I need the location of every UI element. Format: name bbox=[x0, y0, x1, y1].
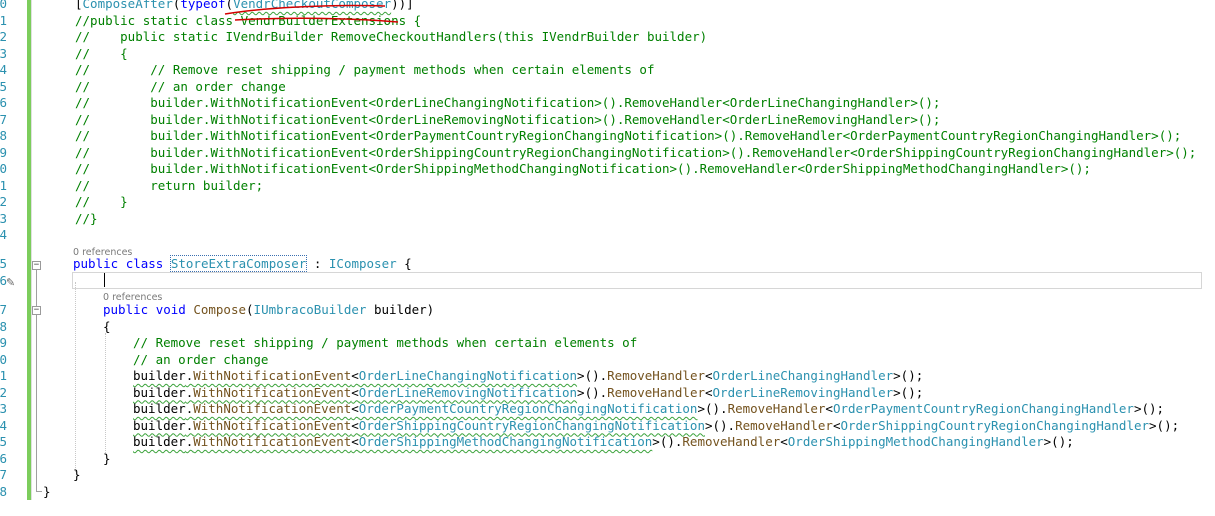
code-token: builder bbox=[133, 434, 186, 449]
code-token: WithNotificationEvent bbox=[193, 417, 352, 433]
code-line[interactable]: { bbox=[103, 319, 111, 336]
class-name[interactable]: StoreExtraComposer bbox=[169, 255, 308, 272]
code-token: >(). bbox=[652, 434, 683, 449]
code-line[interactable]: builder.WithNotificationEvent<OrderLineR… bbox=[133, 385, 923, 402]
code-token: WithNotificationEvent bbox=[193, 434, 352, 449]
code-token: RemoveHandler bbox=[607, 368, 705, 383]
code-token: < bbox=[705, 384, 713, 400]
code-token: < bbox=[351, 434, 359, 449]
code-token: { bbox=[396, 256, 412, 271]
code-token: OrderLineRemovingHandler bbox=[712, 384, 894, 400]
code-token: OrderLineChangingHandler bbox=[712, 368, 894, 383]
code-token: < bbox=[351, 401, 359, 416]
code-token: >(); bbox=[893, 368, 924, 383]
code-token: < bbox=[825, 401, 833, 416]
code-line[interactable]: } bbox=[43, 484, 51, 501]
code-token: >(). bbox=[577, 368, 608, 383]
code-line[interactable]: builder.WithNotificationEvent<OrderShipp… bbox=[133, 418, 1179, 435]
code-token: ) bbox=[426, 302, 435, 317]
code-token: >(); bbox=[1043, 434, 1074, 449]
code-token: >(). bbox=[704, 417, 736, 433]
code-token: OrderPaymentCountryRegionChangingHandler bbox=[832, 401, 1134, 416]
code-token: >(). bbox=[577, 384, 608, 400]
code-token: : bbox=[306, 256, 329, 271]
code-token: OrderShippingMethodChangingHandler bbox=[787, 434, 1044, 449]
code-line[interactable]: } bbox=[73, 467, 81, 484]
code-token: builder bbox=[133, 401, 186, 416]
code-line[interactable]: builder.WithNotificationEvent<OrderShipp… bbox=[133, 434, 1074, 451]
code-token: OrderLineRemovingNotification bbox=[358, 384, 578, 400]
code-token: < bbox=[705, 368, 713, 383]
code-token: builder bbox=[133, 417, 186, 433]
code-token: >(); bbox=[1133, 401, 1165, 416]
code-token: public bbox=[103, 302, 149, 317]
code-token: builder bbox=[366, 302, 427, 317]
code-token: RemoveHandler bbox=[735, 417, 833, 433]
code-line[interactable]: // Remove reset shipping / payment metho… bbox=[133, 335, 637, 352]
code-token: OrderShippingMethodChangingNotification bbox=[358, 434, 653, 449]
code-line[interactable]: // an order change bbox=[133, 352, 268, 369]
code-token: IComposer bbox=[328, 256, 397, 271]
code-line[interactable]: } bbox=[103, 451, 111, 468]
code-token: class bbox=[125, 256, 164, 271]
code-token: public bbox=[73, 256, 119, 271]
code-token: WithNotificationEvent bbox=[193, 384, 352, 400]
code-token: RemoveHandler bbox=[682, 434, 781, 449]
code-token: OrderShippingCountryRegionChangingHandle… bbox=[840, 417, 1150, 433]
code-token: < bbox=[351, 368, 359, 383]
method-declaration[interactable]: public void Compose(IUmbracoBuilder buil… bbox=[103, 302, 434, 319]
code-token: builder bbox=[133, 368, 186, 383]
code-token: RemoveHandler bbox=[727, 401, 826, 416]
code-token: >(); bbox=[1149, 417, 1180, 433]
code-line[interactable]: builder.WithNotificationEvent<OrderPayme… bbox=[133, 401, 1164, 418]
method-name: Compose bbox=[193, 302, 247, 317]
code-token: < bbox=[351, 384, 359, 400]
code-token: OrderShippingCountryRegionChangingNotifi… bbox=[358, 417, 705, 433]
code-token: WithNotificationEvent bbox=[193, 401, 352, 416]
code-token: ( bbox=[246, 302, 254, 317]
code-line[interactable]: builder.WithNotificationEvent<OrderLineC… bbox=[133, 368, 923, 385]
class-declaration[interactable]: public class StoreExtraComposer : ICompo… bbox=[73, 255, 412, 273]
code-token: < bbox=[780, 434, 788, 449]
code-token: void bbox=[155, 302, 186, 317]
code-token: RemoveHandler bbox=[607, 384, 705, 400]
code-token: >(); bbox=[893, 384, 924, 400]
code-token: OrderLineChangingNotification bbox=[358, 368, 578, 383]
code-token: IUmbracoBuilder bbox=[253, 302, 367, 317]
code-token: < bbox=[351, 417, 359, 433]
code-token: OrderPaymentCountryRegionChangingNotific… bbox=[358, 401, 698, 416]
annotation-stroke bbox=[234, 17, 399, 23]
code-token: >(). bbox=[697, 401, 728, 416]
annotation-stroke bbox=[224, 4, 386, 15]
code-token: builder bbox=[133, 384, 186, 400]
code-token: WithNotificationEvent bbox=[193, 368, 352, 383]
